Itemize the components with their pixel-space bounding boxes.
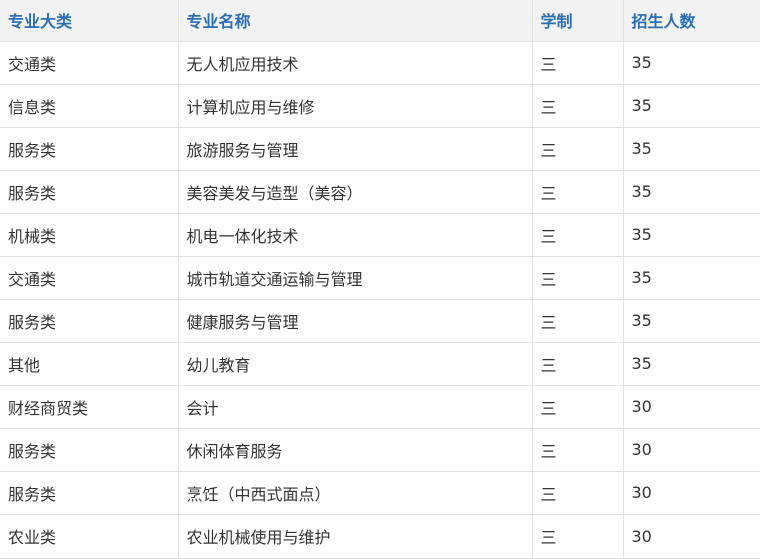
cell-major-name: 机电一体化技术 — [178, 213, 533, 257]
cell-category: 服务类 — [0, 127, 179, 171]
cell-duration: 三 — [532, 41, 624, 85]
cell-duration: 三 — [532, 127, 624, 171]
table-row: 机械类 机电一体化技术 三 35 — [0, 213, 760, 257]
cell-duration: 三 — [532, 385, 624, 429]
cell-category: 交通类 — [0, 256, 179, 300]
cell-enrollment: 35 — [623, 84, 760, 128]
cell-category: 财经商贸类 — [0, 385, 179, 429]
cell-category: 机械类 — [0, 213, 179, 257]
cell-category: 服务类 — [0, 471, 179, 515]
table-row: 农业类 农业机械使用与维护 三 30 — [0, 514, 760, 559]
header-enrollment: 招生人数 — [623, 0, 760, 42]
cell-enrollment: 35 — [623, 213, 760, 257]
cell-category: 农业类 — [0, 514, 179, 559]
table-row: 服务类 健康服务与管理 三 35 — [0, 299, 760, 343]
header-row: 专业大类 专业名称 学制 招生人数 — [0, 0, 760, 42]
cell-category: 服务类 — [0, 170, 179, 214]
cell-duration: 三 — [532, 84, 624, 128]
table-header: 专业大类 专业名称 学制 招生人数 — [0, 0, 760, 42]
cell-major-name: 计算机应用与维修 — [178, 84, 533, 128]
enrollment-table: 专业大类 专业名称 学制 招生人数 交通类 无人机应用技术 三 35 信息类 计… — [0, 0, 760, 559]
table-row: 服务类 休闲体育服务 三 30 — [0, 428, 760, 472]
cell-major-name: 旅游服务与管理 — [178, 127, 533, 171]
header-category: 专业大类 — [0, 0, 179, 42]
cell-duration: 三 — [532, 428, 624, 472]
cell-duration: 三 — [532, 514, 624, 559]
cell-duration: 三 — [532, 299, 624, 343]
cell-category: 其他 — [0, 342, 179, 386]
cell-enrollment: 30 — [623, 385, 760, 429]
cell-enrollment: 30 — [623, 471, 760, 515]
cell-major-name: 健康服务与管理 — [178, 299, 533, 343]
table-row: 服务类 烹饪（中西式面点） 三 30 — [0, 471, 760, 515]
cell-enrollment: 35 — [623, 41, 760, 85]
table-row: 财经商贸类 会计 三 30 — [0, 385, 760, 429]
table-row: 交通类 无人机应用技术 三 35 — [0, 41, 760, 85]
cell-category: 服务类 — [0, 299, 179, 343]
cell-major-name: 烹饪（中西式面点） — [178, 471, 533, 515]
cell-duration: 三 — [532, 170, 624, 214]
cell-enrollment: 35 — [623, 299, 760, 343]
cell-duration: 三 — [532, 256, 624, 300]
table-body: 交通类 无人机应用技术 三 35 信息类 计算机应用与维修 三 35 服务类 旅… — [0, 41, 760, 559]
enrollment-table-container: 专业大类 专业名称 学制 招生人数 交通类 无人机应用技术 三 35 信息类 计… — [0, 0, 760, 559]
cell-category: 服务类 — [0, 428, 179, 472]
cell-major-name: 农业机械使用与维护 — [178, 514, 533, 559]
table-row: 服务类 旅游服务与管理 三 35 — [0, 127, 760, 171]
cell-major-name: 休闲体育服务 — [178, 428, 533, 472]
cell-major-name: 美容美发与造型（美容） — [178, 170, 533, 214]
cell-enrollment: 35 — [623, 256, 760, 300]
cell-enrollment: 30 — [623, 514, 760, 559]
cell-duration: 三 — [532, 342, 624, 386]
table-row: 交通类 城市轨道交通运输与管理 三 35 — [0, 256, 760, 300]
cell-duration: 三 — [532, 213, 624, 257]
cell-enrollment: 35 — [623, 342, 760, 386]
header-duration: 学制 — [532, 0, 624, 42]
header-major-name: 专业名称 — [178, 0, 533, 42]
cell-duration: 三 — [532, 471, 624, 515]
cell-major-name: 城市轨道交通运输与管理 — [178, 256, 533, 300]
cell-enrollment: 30 — [623, 428, 760, 472]
cell-category: 交通类 — [0, 41, 179, 85]
cell-major-name: 幼儿教育 — [178, 342, 533, 386]
cell-major-name: 会计 — [178, 385, 533, 429]
cell-major-name: 无人机应用技术 — [178, 41, 533, 85]
table-row: 服务类 美容美发与造型（美容） 三 35 — [0, 170, 760, 214]
table-row: 信息类 计算机应用与维修 三 35 — [0, 84, 760, 128]
cell-enrollment: 35 — [623, 170, 760, 214]
cell-enrollment: 35 — [623, 127, 760, 171]
table-row: 其他 幼儿教育 三 35 — [0, 342, 760, 386]
cell-category: 信息类 — [0, 84, 179, 128]
